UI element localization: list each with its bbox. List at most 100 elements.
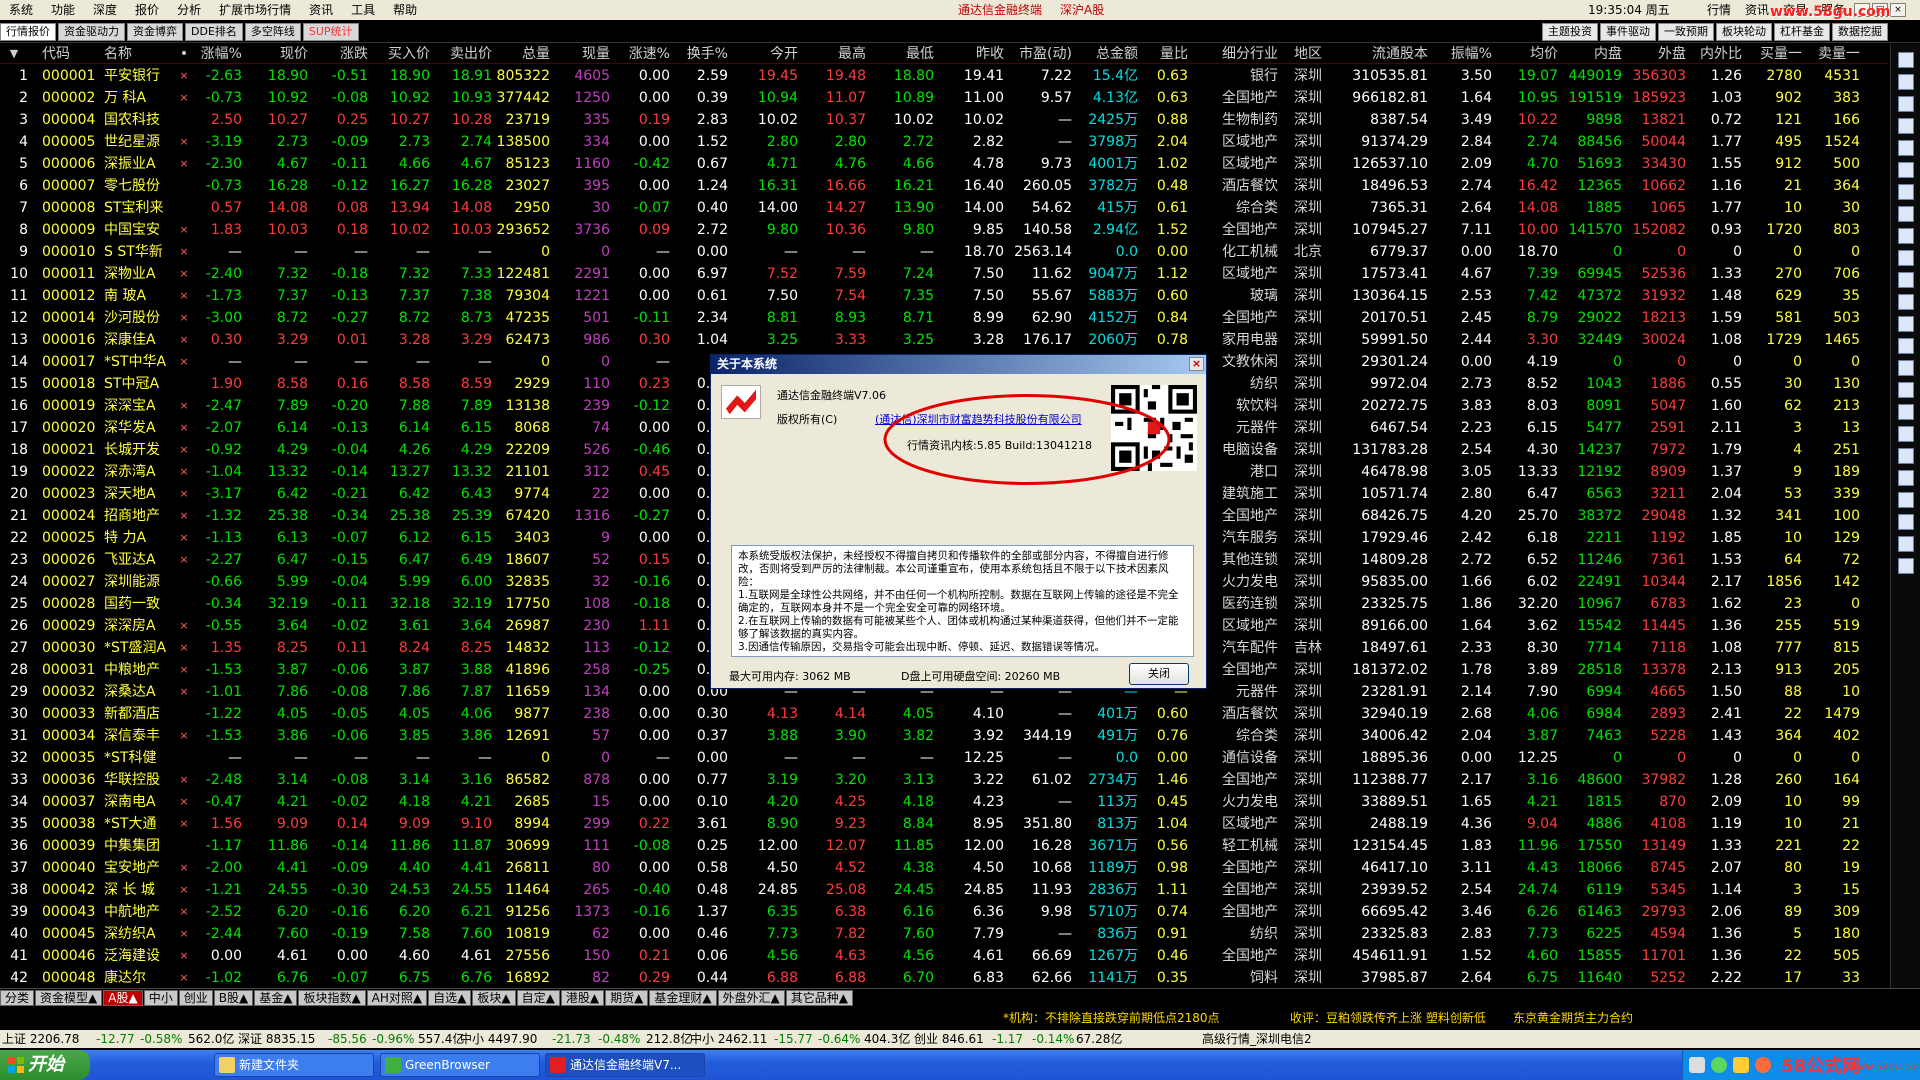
table-row[interactable]: 36 000039 中集集团 -1.17 11.86 -0.14 11.86 11.87 306… xyxy=(0,835,1888,857)
column-header[interactable]: 总金额 xyxy=(1074,44,1138,64)
info-icon[interactable] xyxy=(1898,470,1914,486)
table-row[interactable]: 10 000011 深物业A × -2.40 7.32 -0.18 7.32 7.33 12248… xyxy=(0,263,1888,285)
down-arrow-icon[interactable] xyxy=(1898,74,1914,90)
category-tab[interactable]: B股▲ xyxy=(213,989,254,1006)
table-row[interactable]: 4 000005 世纪星源 × -3.19 2.73 -0.09 2.73 2.74 138500… xyxy=(0,131,1888,153)
table-row[interactable]: 13 000016 深康佳A × 0.30 3.29 0.01 3.28 3.29 62473 98… xyxy=(0,329,1888,351)
category-tab[interactable]: 创业 xyxy=(178,989,213,1006)
clock-icon[interactable] xyxy=(1898,514,1914,530)
close-icon[interactable]: × xyxy=(1890,3,1907,17)
tab-fund-drive[interactable]: 资金驱动力 xyxy=(58,23,125,41)
tab-data-mining[interactable]: 数据挖掘 xyxy=(1832,23,1888,41)
category-tab[interactable]: 中小 xyxy=(143,989,178,1006)
tab-sup-stats[interactable]: SUP统计 xyxy=(302,23,359,41)
taskbar-browser[interactable]: GreenBrowser xyxy=(380,1053,540,1077)
menu-depth[interactable]: 深度 xyxy=(84,0,126,20)
category-tab[interactable]: A股▲ xyxy=(103,989,143,1006)
ticker-item[interactable]: 东京黄金期货主力合约 xyxy=(1513,1008,1633,1028)
column-header[interactable]: 市盈(动) xyxy=(1006,44,1072,64)
star-icon[interactable] xyxy=(1898,294,1914,310)
column-header[interactable]: 换手% xyxy=(672,44,728,64)
sort-dropdown-icon[interactable]: ▼ xyxy=(0,44,28,64)
tab-fund-game[interactable]: 资金博弈 xyxy=(127,23,183,41)
table-row[interactable]: 30 000033 新都酒店 -1.22 4.05 -0.05 4.05 4.06 9877 23… xyxy=(0,703,1888,725)
zoom-out-icon[interactable] xyxy=(1898,118,1914,134)
table-row[interactable]: 1 000001 平安银行 × -2.63 18.90 -0.51 18.90 18.91 805… xyxy=(0,65,1888,87)
index-sz[interactable]: 深证 8835.15 xyxy=(238,1030,315,1048)
ticker-item[interactable]: 收评：豆粕领跌传齐上涨 塑料创新低 xyxy=(1290,1008,1486,1028)
table-row[interactable]: 12 000014 沙河股份 × -3.00 8.72 -0.27 8.72 8.73 47235… xyxy=(0,307,1888,329)
table-row[interactable]: 33 000036 华联控股 × -2.48 3.14 -0.08 3.14 3.16 86582… xyxy=(0,769,1888,791)
menu-extended-market[interactable]: 扩展市场行情 xyxy=(210,0,300,20)
column-header[interactable]: 今开 xyxy=(730,44,798,64)
search-icon[interactable] xyxy=(1898,316,1914,332)
table-row[interactable]: 37 000040 宝安地产 × -2.00 4.41 -0.09 4.40 4.41 26811… xyxy=(0,857,1888,879)
table-row[interactable]: 32 000035 *ST科健 — — — — — 0 0 — 0.00 — — — 12.25 — 0.0 0.0… xyxy=(0,747,1888,769)
column-header[interactable]: 最低 xyxy=(868,44,934,64)
column-header[interactable]: 涨跌 xyxy=(312,44,368,64)
table-row[interactable]: 31 000034 深信泰丰 × -1.53 3.86 -0.06 3.85 3.86 12691… xyxy=(0,725,1888,747)
export-icon[interactable] xyxy=(1898,426,1914,442)
category-tab[interactable]: 外盘外汇▲ xyxy=(717,989,785,1006)
column-header[interactable]: 名称 xyxy=(104,44,174,64)
tab-quote-list[interactable]: 行情报价 xyxy=(0,23,56,41)
start-button[interactable]: 开始 xyxy=(0,1050,90,1080)
tab-theme-invest[interactable]: 主题投资 xyxy=(1542,23,1598,41)
filter-icon[interactable] xyxy=(1898,404,1914,420)
close-icon[interactable]: × xyxy=(1189,357,1204,371)
column-header[interactable]: 振幅% xyxy=(1430,44,1492,64)
category-tab[interactable]: 基金理财▲ xyxy=(649,989,717,1006)
table-row[interactable]: 6 000007 零七股份 -0.73 16.28 -0.12 16.27 16.28 2302… xyxy=(0,175,1888,197)
print-icon[interactable] xyxy=(1898,448,1914,464)
category-tab[interactable]: 基金▲ xyxy=(254,989,298,1006)
dialog-title[interactable]: 关于本系统 × xyxy=(711,355,1206,374)
column-header[interactable]: 均价 xyxy=(1494,44,1558,64)
menu-help[interactable]: 帮助 xyxy=(384,0,426,20)
column-header[interactable]: 地区 xyxy=(1282,44,1334,64)
column-header[interactable]: • xyxy=(178,44,190,64)
list-icon[interactable] xyxy=(1898,140,1914,156)
tab-long-short[interactable]: 多空阵线 xyxy=(244,23,301,41)
server-status[interactable]: 高级行情_深圳电信2 xyxy=(1202,1030,1312,1048)
menu-quote[interactable]: 报价 xyxy=(126,0,168,20)
category-tab[interactable]: 其它品种▲ xyxy=(785,989,854,1006)
table-row[interactable]: 8 000009 中国宝安 × 1.83 10.03 0.18 10.02 10.03 29365… xyxy=(0,219,1888,241)
column-header[interactable]: 卖出价 xyxy=(432,44,492,64)
table-row[interactable]: 34 000037 深南电A × -0.47 4.21 -0.02 4.18 4.21 2685 1… xyxy=(0,791,1888,813)
menu-analysis[interactable]: 分析 xyxy=(168,0,210,20)
tab-event-driven[interactable]: 事件驱动 xyxy=(1600,23,1656,41)
calc-icon[interactable] xyxy=(1898,228,1914,244)
network-icon[interactable] xyxy=(1711,1057,1727,1073)
column-header[interactable]: 量比 xyxy=(1140,44,1188,64)
category-tab[interactable]: 分类 xyxy=(0,989,35,1006)
column-header[interactable]: 涨速% xyxy=(612,44,670,64)
volume-icon[interactable] xyxy=(1755,1057,1771,1073)
menu-news[interactable]: 资讯 xyxy=(300,0,342,20)
column-header[interactable]: 流通股本 xyxy=(1338,44,1428,64)
column-header[interactable]: 买入价 xyxy=(372,44,430,64)
index-chinext[interactable]: 创业 846.61 xyxy=(914,1030,984,1048)
column-header[interactable]: 最高 xyxy=(800,44,866,64)
table-row[interactable]: 38 000042 深 长 城 × -1.21 24.55 -0.30 24.53 24.55 1… xyxy=(0,879,1888,901)
category-tab[interactable]: 资金模型▲ xyxy=(35,989,103,1006)
column-header[interactable]: 现量 xyxy=(554,44,610,64)
column-header[interactable]: 现价 xyxy=(246,44,308,64)
index-sme2[interactable]: 中小 2462.11 xyxy=(690,1030,767,1048)
user-icon[interactable] xyxy=(1898,492,1914,508)
grid-icon[interactable] xyxy=(1898,206,1914,222)
menu-system[interactable]: 系统 xyxy=(0,0,42,20)
index-sme[interactable]: 中小 4497.90 xyxy=(460,1030,537,1048)
news-icon[interactable] xyxy=(1898,250,1914,266)
column-header[interactable]: 总量 xyxy=(494,44,550,64)
column-header[interactable]: 代码 xyxy=(42,44,100,64)
category-tab[interactable]: AH对照▲ xyxy=(366,989,428,1006)
close-button[interactable]: 关闭 xyxy=(1129,663,1189,685)
column-header[interactable]: 外盘 xyxy=(1624,44,1686,64)
table-row[interactable]: 7 000008 ST宝利来 0.57 14.08 0.08 13.94 14.08 2950 3… xyxy=(0,197,1888,219)
column-header[interactable]: 内外比 xyxy=(1688,44,1742,64)
table-row[interactable]: 39 000043 中航地产 × -2.52 6.20 -0.16 6.20 6.21 91256… xyxy=(0,901,1888,923)
menu-function[interactable]: 功能 xyxy=(42,0,84,20)
table-row[interactable]: 3 000004 国农科技 2.50 10.27 0.25 10.27 10.28 23719 3… xyxy=(0,109,1888,131)
table-row[interactable]: 41 000046 泛海建设 × 0.00 4.61 0.00 4.60 4.61 27556 15… xyxy=(0,945,1888,967)
lock-icon[interactable] xyxy=(1898,382,1914,398)
